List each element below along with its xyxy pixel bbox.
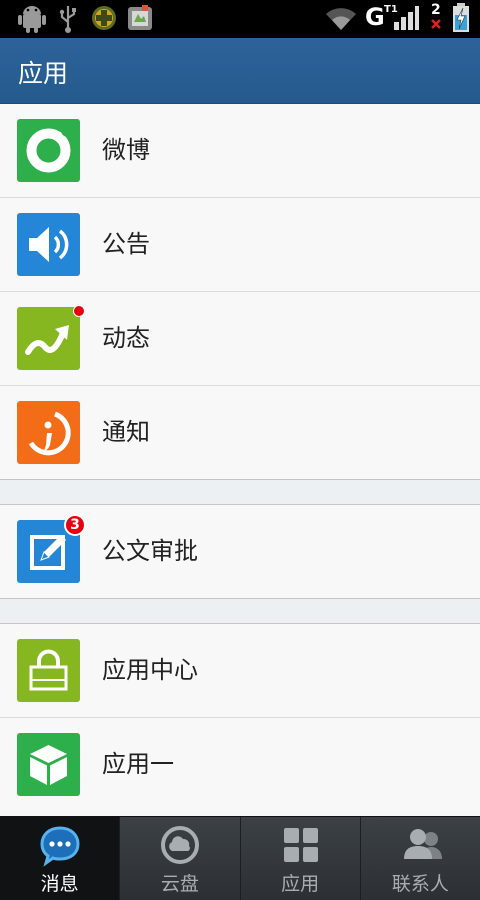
nav-tab-contacts[interactable]: 联系人 xyxy=(361,817,480,900)
bottom-nav: 消息 云盘 应用 联系人 xyxy=(0,816,480,900)
list-item-app-center[interactable]: 应用中心 xyxy=(0,624,480,718)
list-item-label: 动态 xyxy=(102,324,150,352)
list-item-notice[interactable]: 通知 xyxy=(0,386,480,480)
game-icon xyxy=(92,6,116,30)
nav-tab-label: 联系人 xyxy=(391,873,449,895)
nav-tab-label: 云盘 xyxy=(160,873,199,895)
nav-tab-label: 应用 xyxy=(281,873,320,895)
list-item-app-one[interactable]: 应用一 xyxy=(0,718,480,812)
page-title: 应用 xyxy=(18,59,69,88)
list-item-label: 应用一 xyxy=(102,750,174,778)
trend-arrow-icon xyxy=(17,307,80,370)
list-item-label: 公告 xyxy=(102,230,150,258)
android-debug-icon xyxy=(18,6,46,33)
weibo-icon xyxy=(17,119,80,182)
status-bar: G T1 2 xyxy=(0,0,480,38)
list-item-weibo[interactable]: 微博 xyxy=(0,104,480,198)
list-item-feed[interactable]: 动态 xyxy=(0,292,480,386)
list-item-document-approval[interactable]: 公文审批 3 xyxy=(0,505,480,599)
network-type-text: G xyxy=(365,3,385,31)
header-bar: 应用 xyxy=(0,38,480,104)
contacts-icon xyxy=(403,829,442,859)
nav-tab-cloud-disk[interactable]: 云盘 xyxy=(120,817,241,900)
cloud-disk-icon xyxy=(161,826,200,864)
section-divider xyxy=(0,599,480,624)
nav-tab-messages[interactable]: 消息 xyxy=(0,817,121,900)
cube-icon xyxy=(17,733,80,796)
unread-count-badge: 3 xyxy=(64,514,86,536)
nav-tab-label: 消息 xyxy=(40,873,79,895)
sim-count-text: 2 xyxy=(431,2,441,18)
megaphone-icon xyxy=(17,213,80,276)
section-divider xyxy=(0,480,480,505)
app-store-bag-icon xyxy=(17,639,80,702)
apps-grid-icon xyxy=(283,828,318,862)
list-item-label: 通知 xyxy=(102,418,150,446)
battery-charging-icon xyxy=(453,3,469,32)
app-list: 微博 公告 动态 通知 公文审批 3 应用中心 应用一 xyxy=(0,104,480,812)
signal-icon xyxy=(394,6,419,30)
notice-icon xyxy=(17,401,80,464)
list-item-label: 应用中心 xyxy=(102,656,198,684)
wifi-icon xyxy=(326,8,356,30)
sim-blocked-icon xyxy=(431,19,441,29)
list-item-label: 微博 xyxy=(102,136,150,164)
list-item-label: 公文审批 xyxy=(102,537,198,565)
new-activity-dot-badge xyxy=(73,305,85,317)
app-notification-icon xyxy=(128,5,152,30)
list-item-announcement[interactable]: 公告 xyxy=(0,198,480,292)
nav-tab-apps[interactable]: 应用 xyxy=(241,817,361,900)
chat-bubble-icon xyxy=(40,826,80,867)
usb-icon xyxy=(59,6,76,33)
